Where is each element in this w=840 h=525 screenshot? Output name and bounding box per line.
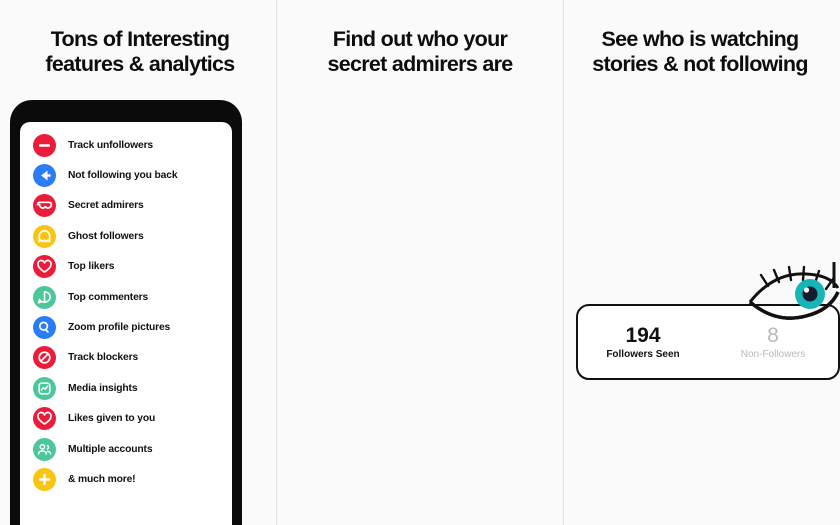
feature-row-track-unfollowers[interactable]: Track unfollowers <box>20 130 232 160</box>
panel-3-headline-line2: stories & not following <box>592 51 808 76</box>
search-icon <box>33 316 56 340</box>
feature-label: Top likers <box>68 261 115 273</box>
feature-label: Top commenters <box>68 291 149 303</box>
feature-row-top-likers[interactable]: Top likers <box>20 252 232 282</box>
mask-icon <box>33 194 56 218</box>
plus-icon <box>33 467 56 491</box>
panel-divider-2 <box>563 0 564 525</box>
panel-3-headline-line1: See who is watching <box>601 27 800 51</box>
comment-icon <box>33 285 56 309</box>
block-icon <box>33 346 56 370</box>
users-icon <box>33 437 56 461</box>
feature-label: Secret admirers <box>68 200 144 212</box>
feature-row-top-commenters[interactable]: Top commenters <box>20 282 232 312</box>
feature-label: Zoom profile pictures <box>68 322 171 334</box>
heart-icon <box>33 255 56 279</box>
panel-3-headline: See who is watching stories & not follow… <box>560 27 840 76</box>
feature-label: Track unfollowers <box>68 139 153 151</box>
feature-row-secret-admirers[interactable]: Secret admirers <box>20 191 232 221</box>
app-store-screenshot-set: Tons of Interesting features & analytics… <box>0 0 840 525</box>
stat-label: Non-Followers <box>740 349 806 361</box>
panel-1-headline-line1: Tons of Interesting <box>50 27 230 51</box>
feature-label: Likes given to you <box>68 413 156 425</box>
minus-circle-icon <box>33 133 56 157</box>
stat-followers-seen: 194 Followers Seen <box>578 324 708 360</box>
feature-row-likes-given-to-you[interactable]: Likes given to you <box>20 404 232 434</box>
ghost-icon <box>33 224 56 248</box>
phone-screen-1: Track unfollowers Not following you back… <box>20 122 232 525</box>
panel-divider-1 <box>276 0 277 525</box>
phone-frame-1: Track unfollowers Not following you back… <box>10 100 242 525</box>
feature-label: Multiple accounts <box>68 443 153 455</box>
panel-2-headline: Find out who your secret admirers are <box>280 27 560 76</box>
feature-row-ghost-followers[interactable]: Ghost followers <box>20 221 232 251</box>
feature-label: & much more! <box>68 473 136 485</box>
feature-row-zoom-profile-pictures[interactable]: Zoom profile pictures <box>20 312 232 342</box>
feature-label: Not following you back <box>68 170 178 182</box>
heart-icon <box>33 407 56 431</box>
panel-secret-admirers: Find out who your secret admirers are 12… <box>280 0 560 525</box>
feature-row-much-more[interactable]: & much more! <box>20 464 232 494</box>
panel-2-headline-line1: Find out who your <box>332 27 508 51</box>
feature-row-media-insights[interactable]: Media insights <box>20 373 232 403</box>
feature-row-not-following-back[interactable]: Not following you back <box>20 160 232 190</box>
panel-features: Tons of Interesting features & analytics… <box>0 0 280 525</box>
feature-label: Ghost followers <box>68 230 144 242</box>
feature-row-multiple-accounts[interactable]: Multiple accounts <box>20 434 232 464</box>
arrow-left-circle-icon <box>33 164 56 188</box>
panel-1-headline: Tons of Interesting features & analytics <box>0 27 280 76</box>
panel-2-headline-line2: secret admirers are <box>327 51 513 76</box>
eye-illustration <box>748 262 840 333</box>
stat-value: 194 <box>625 323 661 347</box>
feature-list: Track unfollowers Not following you back… <box>20 122 232 495</box>
panel-1-headline-line2: features & analytics <box>45 51 235 76</box>
feature-row-track-blockers[interactable]: Track blockers <box>20 343 232 373</box>
chart-icon <box>33 376 56 400</box>
stat-label: Followers Seen <box>606 349 680 361</box>
feature-label: Track blockers <box>68 352 139 364</box>
feature-label: Media insights <box>68 382 138 394</box>
